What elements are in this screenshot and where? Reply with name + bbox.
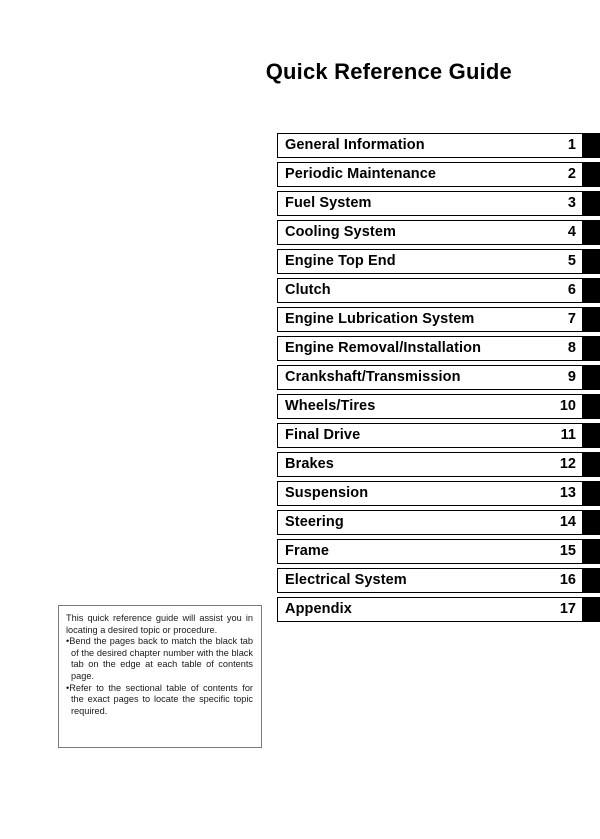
chapter-entry-box[interactable]: Engine Top End 5 — [277, 249, 583, 274]
chapter-black-tab — [583, 191, 600, 216]
chapter-row[interactable]: Appendix 17 — [277, 597, 600, 622]
chapter-row[interactable]: Clutch 6 — [277, 278, 600, 303]
chapter-entry-box[interactable]: Clutch 6 — [277, 278, 583, 303]
chapter-row[interactable]: Brakes 12 — [277, 452, 600, 477]
chapter-row[interactable]: Engine Removal/Installation 8 — [277, 336, 600, 361]
chapter-title: Electrical System — [285, 572, 407, 589]
chapter-entry-box[interactable]: Brakes 12 — [277, 452, 583, 477]
chapter-black-tab — [583, 220, 600, 245]
chapter-black-tab — [583, 423, 600, 448]
chapter-title: Engine Top End — [285, 253, 396, 270]
chapter-number: 15 — [559, 543, 576, 560]
chapter-entry-box[interactable]: Engine Lubrication System 7 — [277, 307, 583, 332]
page-title: Quick Reference Guide — [265, 59, 512, 84]
chapter-entry-box[interactable]: Frame 15 — [277, 539, 583, 564]
chapter-black-tab — [583, 365, 600, 390]
chapter-black-tab — [583, 133, 600, 158]
chapter-title: Steering — [285, 514, 344, 531]
chapter-title: General Information — [285, 137, 425, 154]
chapter-number: 11 — [560, 427, 576, 444]
note-paragraph: This quick reference guide will assist y… — [66, 613, 253, 635]
chapter-black-tab — [583, 336, 600, 361]
chapter-number: 9 — [567, 369, 576, 386]
chapter-number: 2 — [567, 166, 576, 183]
chapter-row[interactable]: Periodic Maintenance 2 — [277, 162, 600, 187]
chapter-number: 3 — [567, 195, 576, 212]
note-bullet-item: •Refer to the sectional table of content… — [66, 682, 253, 716]
chapter-row[interactable]: Electrical System 16 — [277, 568, 600, 593]
chapter-entry-box[interactable]: Fuel System 3 — [277, 191, 583, 216]
chapter-number: 14 — [559, 514, 576, 531]
chapter-title: Wheels/Tires — [285, 398, 376, 415]
chapter-row[interactable]: General Information 1 — [277, 133, 600, 158]
chapter-black-tab — [583, 539, 600, 564]
instruction-note-box: This quick reference guide will assist y… — [58, 605, 262, 748]
chapter-black-tab — [583, 568, 600, 593]
chapter-number: 1 — [567, 137, 576, 154]
chapter-entry-box[interactable]: Final Drive 11 — [277, 423, 583, 448]
chapter-entry-box[interactable]: Cooling System 4 — [277, 220, 583, 245]
chapter-entry-box[interactable]: Crankshaft/Transmission 9 — [277, 365, 583, 390]
chapter-title: Brakes — [285, 456, 334, 473]
chapter-number: 8 — [567, 340, 576, 357]
chapter-black-tab — [583, 452, 600, 477]
chapter-title: Engine Removal/Installation — [285, 340, 482, 357]
note-bullet-item: •Bend the pages back to match the black … — [66, 636, 253, 681]
chapter-title: Fuel System — [285, 195, 372, 212]
chapter-number: 17 — [559, 601, 576, 618]
chapter-row[interactable]: Final Drive 11 — [277, 423, 600, 448]
chapter-title: Final Drive — [285, 427, 361, 444]
chapter-number: 7 — [567, 311, 576, 328]
chapter-number: 4 — [567, 224, 576, 241]
chapter-row[interactable]: Fuel System 3 — [277, 191, 600, 216]
chapter-black-tab — [583, 394, 600, 419]
chapter-black-tab — [583, 278, 600, 303]
chapter-number: 12 — [559, 456, 576, 473]
chapter-title: Clutch — [285, 282, 331, 299]
chapter-row[interactable]: Wheels/Tires 10 — [277, 394, 600, 419]
chapter-row[interactable]: Engine Top End 5 — [277, 249, 600, 274]
chapter-title: Suspension — [285, 485, 369, 502]
chapter-title: Frame — [285, 543, 330, 560]
chapter-number: 6 — [567, 282, 576, 299]
chapter-title: Periodic Maintenance — [285, 166, 437, 183]
chapter-title: Cooling System — [285, 224, 396, 241]
chapter-title: Appendix — [285, 601, 352, 618]
chapter-title: Crankshaft/Transmission — [285, 369, 461, 386]
chapter-entry-box[interactable]: Periodic Maintenance 2 — [277, 162, 583, 187]
chapter-black-tab — [583, 597, 600, 622]
chapter-black-tab — [583, 162, 600, 187]
chapter-number: 5 — [567, 253, 576, 270]
chapter-row[interactable]: Engine Lubrication System 7 — [277, 307, 600, 332]
chapter-row[interactable]: Steering 14 — [277, 510, 600, 535]
chapter-entry-box[interactable]: Wheels/Tires 10 — [277, 394, 583, 419]
chapter-number: 13 — [559, 485, 576, 502]
chapter-entry-box[interactable]: General Information 1 — [277, 133, 583, 158]
chapter-black-tab — [583, 307, 600, 332]
chapter-index-list: General Information 1 Periodic Maintenance… — [277, 133, 600, 626]
chapter-black-tab — [583, 481, 600, 506]
chapter-row[interactable]: Crankshaft/Transmission 9 — [277, 365, 600, 390]
chapter-entry-box[interactable]: Appendix 17 — [277, 597, 583, 622]
chapter-number: 16 — [559, 572, 576, 589]
chapter-black-tab — [583, 249, 600, 274]
chapter-row[interactable]: Frame 15 — [277, 539, 600, 564]
chapter-entry-box[interactable]: Suspension 13 — [277, 481, 583, 506]
chapter-number: 10 — [559, 398, 576, 415]
chapter-entry-box[interactable]: Electrical System 16 — [277, 568, 583, 593]
chapter-entry-box[interactable]: Engine Removal/Installation 8 — [277, 336, 583, 361]
chapter-title: Engine Lubrication System — [285, 311, 475, 328]
chapter-row[interactable]: Cooling System 4 — [277, 220, 600, 245]
chapter-black-tab — [583, 510, 600, 535]
chapter-entry-box[interactable]: Steering 14 — [277, 510, 583, 535]
chapter-row[interactable]: Suspension 13 — [277, 481, 600, 506]
